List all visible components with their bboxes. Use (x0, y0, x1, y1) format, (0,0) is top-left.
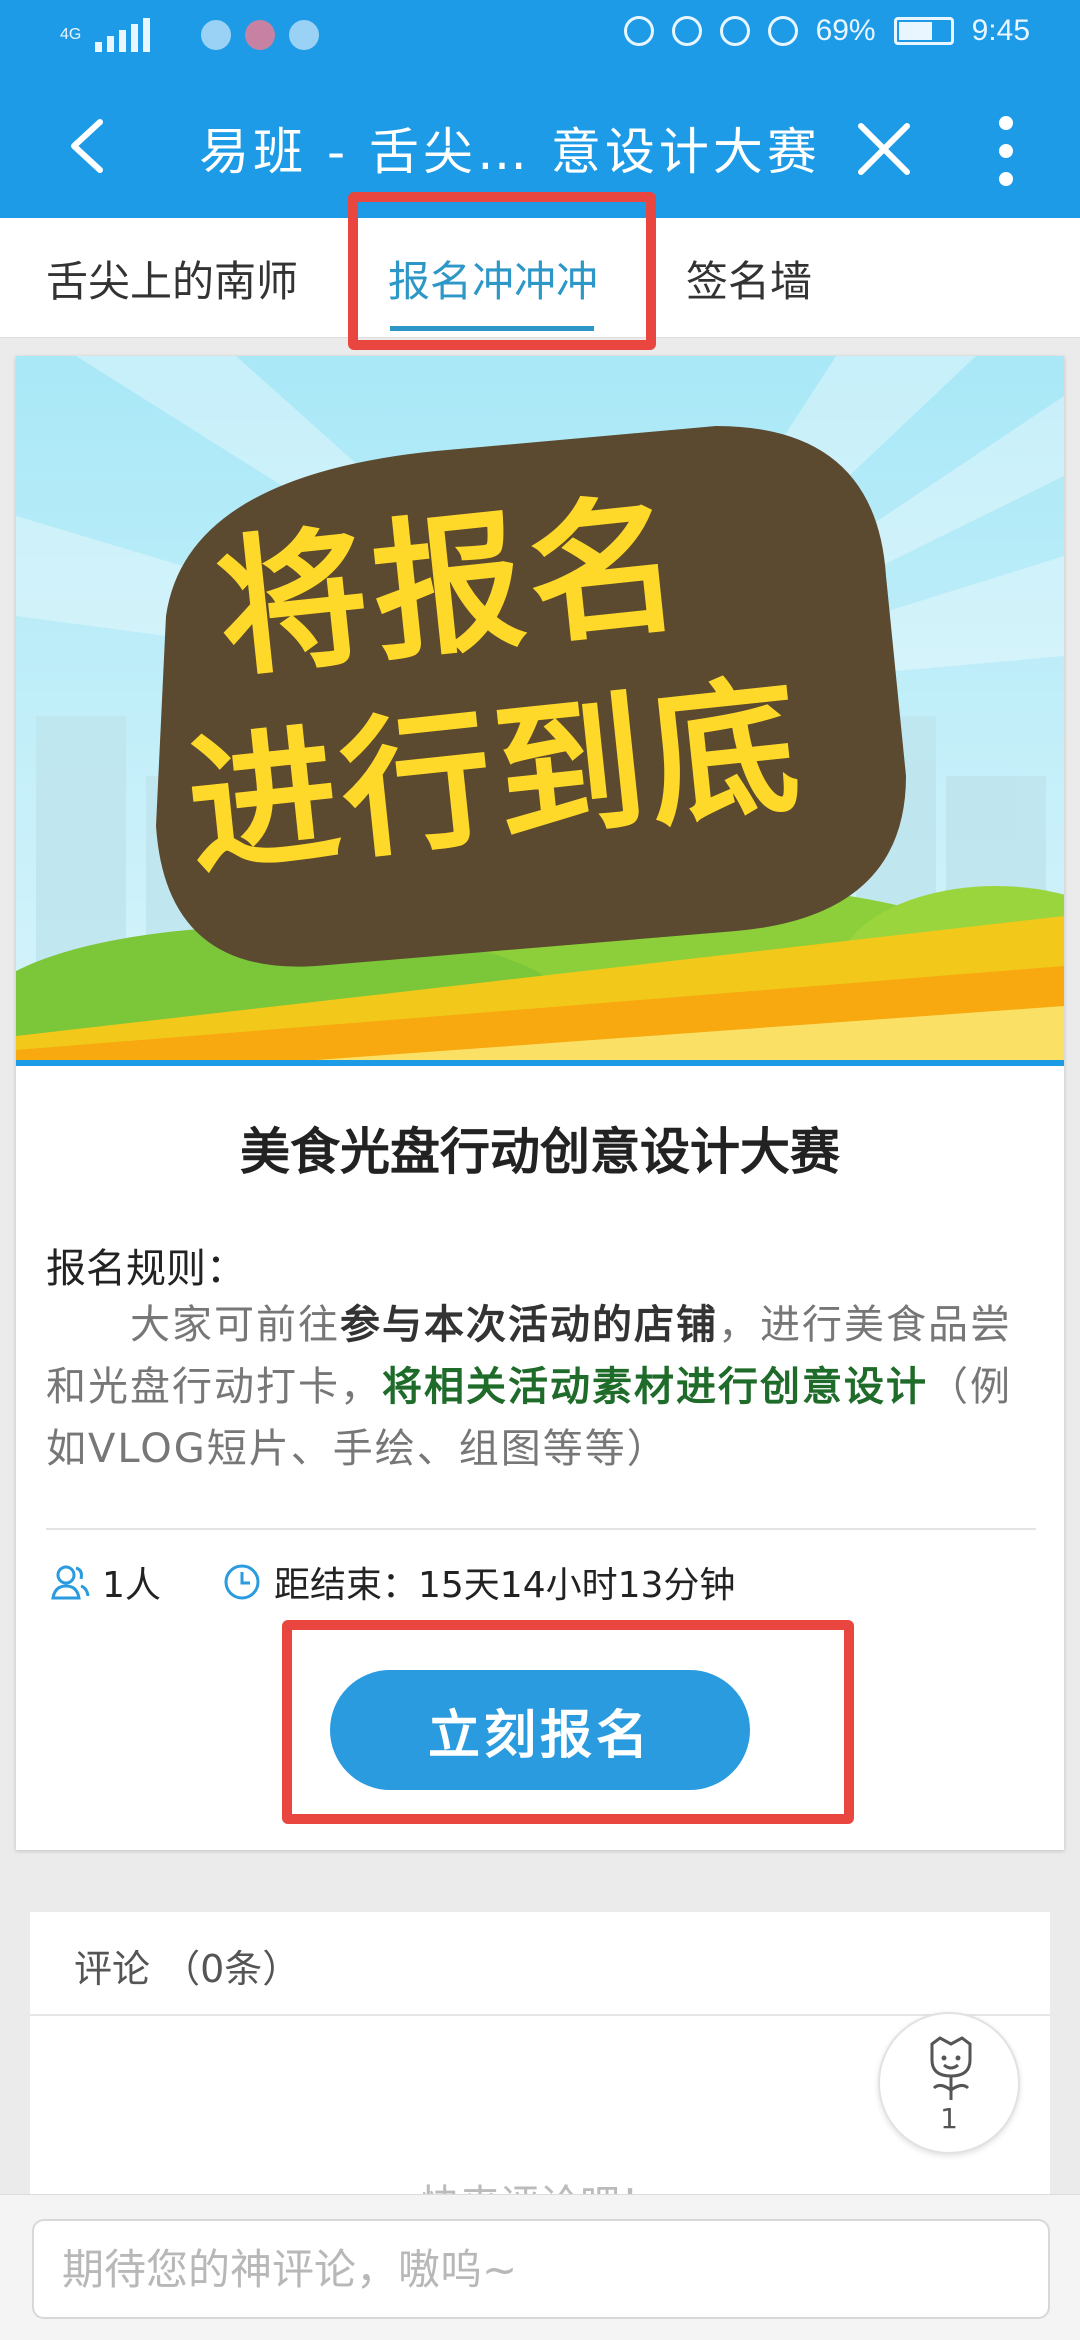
tab-tongue-tip[interactable]: 舌尖上的南师 (46, 248, 298, 309)
clock-icon (224, 1564, 260, 1600)
notification-icon (245, 20, 276, 50)
comments-header: 评论 （0条） (74, 1947, 301, 1991)
more-vertical-icon[interactable] (994, 116, 1018, 186)
top-bar: 4G 69% 9:45 易班 - 舌尖… 意设计大赛 (0, 0, 1080, 218)
banner-image: 将报名 进行到底 (16, 356, 1064, 1060)
battery-percent: 69% (815, 14, 876, 47)
people-icon (51, 1565, 90, 1600)
battery-icon (893, 17, 954, 45)
divider (30, 2014, 1050, 2016)
rules-label: 报名规则： (46, 1246, 246, 1292)
alarm-icon (719, 16, 750, 46)
back-arrow-icon[interactable] (60, 116, 120, 176)
like-button[interactable]: 1 (878, 2012, 1020, 2154)
comment-input[interactable] (32, 2219, 1050, 2319)
rules-highlight-shops: 参与本次活动的店铺 (340, 1302, 718, 1348)
countdown-text: 距结束：15天14小时13分钟 (274, 1565, 736, 1606)
status-bar: 4G 69% 9:45 (0, 0, 1080, 72)
rules-text-part: 大家可前往 (130, 1302, 340, 1348)
like-count: 1 (940, 2102, 958, 2135)
rules-text: 大家可前往参与本次活动的店铺，进行美食品尝和光盘行动打卡，将相关活动素材进行创意… (46, 1294, 1046, 1480)
flower-icon (930, 2036, 972, 2100)
participants-count: 1人 (102, 1565, 161, 1606)
notification-icon (201, 20, 232, 50)
mute-icon (767, 16, 798, 46)
divider (46, 1528, 1036, 1530)
highlight-box-tab (348, 192, 656, 350)
highlight-box-button (282, 1620, 854, 1824)
countdown-info: 距结束：15天14小时13分钟 (222, 1556, 735, 1608)
close-icon[interactable] (855, 120, 913, 178)
page-title: 易班 - 舌尖… 意设计大赛 (199, 123, 821, 181)
headset-icon (623, 16, 654, 46)
eye-icon (671, 16, 702, 46)
participants-info: 1人 (50, 1556, 161, 1608)
tab-signature-wall[interactable]: 签名墙 (686, 248, 812, 309)
contest-title: 美食光盘行动创意设计大赛 (240, 1123, 840, 1181)
banner-divider (16, 1060, 1064, 1066)
notification-icon (289, 20, 320, 50)
clock: 9:45 (971, 14, 1030, 47)
signal-icon (95, 18, 187, 52)
rules-highlight-design: 将相关活动素材进行创意设计 (382, 1364, 928, 1410)
network-label: 4G (60, 26, 82, 43)
comment-bar (0, 2194, 1080, 2340)
